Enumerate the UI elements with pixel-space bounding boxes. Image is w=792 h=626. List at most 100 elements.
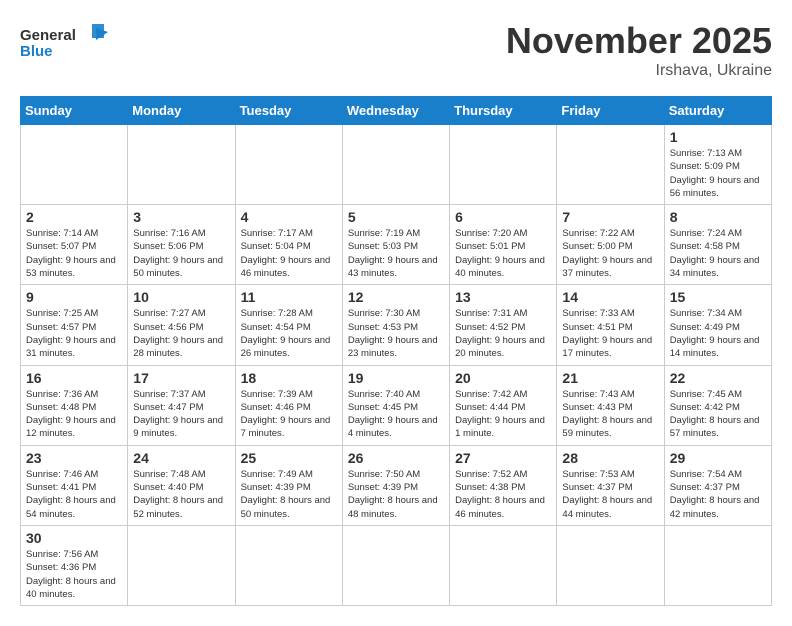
day-number: 21 xyxy=(562,370,658,386)
day-info: Sunrise: 7:39 AM Sunset: 4:46 PM Dayligh… xyxy=(241,388,337,441)
day-info: Sunrise: 7:37 AM Sunset: 4:47 PM Dayligh… xyxy=(133,388,229,441)
day-info: Sunrise: 7:14 AM Sunset: 5:07 PM Dayligh… xyxy=(26,227,122,280)
day-number: 22 xyxy=(670,370,766,386)
table-row: 9Sunrise: 7:25 AM Sunset: 4:57 PM Daylig… xyxy=(21,285,128,365)
calendar-week-row: 16Sunrise: 7:36 AM Sunset: 4:48 PM Dayli… xyxy=(21,365,772,445)
col-thursday: Thursday xyxy=(450,97,557,125)
day-number: 24 xyxy=(133,450,229,466)
day-info: Sunrise: 7:22 AM Sunset: 5:00 PM Dayligh… xyxy=(562,227,658,280)
table-row xyxy=(342,525,449,605)
calendar-week-row: 2Sunrise: 7:14 AM Sunset: 5:07 PM Daylig… xyxy=(21,205,772,285)
day-info: Sunrise: 7:45 AM Sunset: 4:42 PM Dayligh… xyxy=(670,388,766,441)
table-row: 27Sunrise: 7:52 AM Sunset: 4:38 PM Dayli… xyxy=(450,445,557,525)
logo: General Blue xyxy=(20,20,110,65)
table-row: 6Sunrise: 7:20 AM Sunset: 5:01 PM Daylig… xyxy=(450,205,557,285)
table-row: 21 Sunrise: 7:43 AM Sunset: 4:43 PM Dayli… xyxy=(557,365,664,445)
table-row xyxy=(128,125,235,205)
page-header: General Blue November 2025 Irshava, Ukra… xyxy=(20,20,772,80)
day-info: Sunrise: 7:46 AM Sunset: 4:41 PM Dayligh… xyxy=(26,468,122,521)
table-row: 24 Sunrise: 7:48 AM Sunset: 4:40 PM Dayli… xyxy=(128,445,235,525)
day-number: 12 xyxy=(348,289,444,305)
day-info: Sunrise: 7:42 AM Sunset: 4:44 PM Dayligh… xyxy=(455,388,551,441)
day-number: 27 xyxy=(455,450,551,466)
day-info: Sunrise: 7:48 AM Sunset: 4:40 PM Dayligh… xyxy=(133,468,229,521)
day-info: Sunrise: 7:24 AM Sunset: 4:58 PM Dayligh… xyxy=(670,227,766,280)
day-number: 1 xyxy=(670,129,766,145)
calendar-week-row: 30 Sunrise: 7:56 AM Sunset: 4:36 PM Dayli… xyxy=(21,525,772,605)
table-row xyxy=(342,125,449,205)
day-info: Sunrise: 7:13 AM Sunset: 5:09 PM Dayligh… xyxy=(670,147,766,200)
day-number: 7 xyxy=(562,209,658,225)
calendar-week-row: 9Sunrise: 7:25 AM Sunset: 4:57 PM Daylig… xyxy=(21,285,772,365)
day-number: 17 xyxy=(133,370,229,386)
day-info: Sunrise: 7:27 AM Sunset: 4:56 PM Dayligh… xyxy=(133,307,229,360)
table-row: 25 Sunrise: 7:49 AM Sunset: 4:39 PM Dayli… xyxy=(235,445,342,525)
day-info: Sunrise: 7:43 AM Sunset: 4:43 PM Dayligh… xyxy=(562,388,658,441)
table-row: 3 Sunrise: 7:16 AM Sunset: 5:06 PM Daylig… xyxy=(128,205,235,285)
day-number: 20 xyxy=(455,370,551,386)
day-number: 10 xyxy=(133,289,229,305)
table-row: 4 Sunrise: 7:17 AM Sunset: 5:04 PM Daylig… xyxy=(235,205,342,285)
col-wednesday: Wednesday xyxy=(342,97,449,125)
table-row xyxy=(128,525,235,605)
day-number: 23 xyxy=(26,450,122,466)
table-row: 10 Sunrise: 7:27 AM Sunset: 4:56 PM Dayli… xyxy=(128,285,235,365)
table-row: 18 Sunrise: 7:39 AM Sunset: 4:46 PM Dayli… xyxy=(235,365,342,445)
table-row: 8 Sunrise: 7:24 AM Sunset: 4:58 PM Daylig… xyxy=(664,205,771,285)
day-info: Sunrise: 7:34 AM Sunset: 4:49 PM Dayligh… xyxy=(670,307,766,360)
day-info: Sunrise: 7:50 AM Sunset: 4:39 PM Dayligh… xyxy=(348,468,444,521)
day-number: 26 xyxy=(348,450,444,466)
day-number: 3 xyxy=(133,209,229,225)
calendar-table: Sunday Monday Tuesday Wednesday Thursday… xyxy=(20,96,772,606)
day-info: Sunrise: 7:49 AM Sunset: 4:39 PM Dayligh… xyxy=(241,468,337,521)
col-sunday: Sunday xyxy=(21,97,128,125)
day-number: 4 xyxy=(241,209,337,225)
calendar-week-row: 1 Sunrise: 7:13 AM Sunset: 5:09 PM Daylig… xyxy=(21,125,772,205)
day-number: 5 xyxy=(348,209,444,225)
day-number: 28 xyxy=(562,450,658,466)
day-info: Sunrise: 7:56 AM Sunset: 4:36 PM Dayligh… xyxy=(26,548,122,601)
col-friday: Friday xyxy=(557,97,664,125)
day-number: 25 xyxy=(241,450,337,466)
day-number: 8 xyxy=(670,209,766,225)
table-row: 14 Sunrise: 7:33 AM Sunset: 4:51 PM Dayli… xyxy=(557,285,664,365)
day-number: 29 xyxy=(670,450,766,466)
days-header-row: Sunday Monday Tuesday Wednesday Thursday… xyxy=(21,97,772,125)
day-info: Sunrise: 7:33 AM Sunset: 4:51 PM Dayligh… xyxy=(562,307,658,360)
table-row: 22 Sunrise: 7:45 AM Sunset: 4:42 PM Dayli… xyxy=(664,365,771,445)
table-row xyxy=(235,125,342,205)
day-info: Sunrise: 7:36 AM Sunset: 4:48 PM Dayligh… xyxy=(26,388,122,441)
table-row xyxy=(21,125,128,205)
table-row: 23 Sunrise: 7:46 AM Sunset: 4:41 PM Dayli… xyxy=(21,445,128,525)
calendar-week-row: 23 Sunrise: 7:46 AM Sunset: 4:41 PM Dayli… xyxy=(21,445,772,525)
month-title: November 2025 xyxy=(506,20,772,62)
day-number: 30 xyxy=(26,530,122,546)
generalblue-logo: General Blue xyxy=(20,20,110,65)
day-info: Sunrise: 7:53 AM Sunset: 4:37 PM Dayligh… xyxy=(562,468,658,521)
location: Irshava, Ukraine xyxy=(506,62,772,80)
table-row: 29Sunrise: 7:54 AM Sunset: 4:37 PM Dayli… xyxy=(664,445,771,525)
day-number: 14 xyxy=(562,289,658,305)
day-info: Sunrise: 7:17 AM Sunset: 5:04 PM Dayligh… xyxy=(241,227,337,280)
day-info: Sunrise: 7:31 AM Sunset: 4:52 PM Dayligh… xyxy=(455,307,551,360)
table-row xyxy=(664,525,771,605)
table-row xyxy=(557,525,664,605)
day-info: Sunrise: 7:40 AM Sunset: 4:45 PM Dayligh… xyxy=(348,388,444,441)
svg-text:Blue: Blue xyxy=(20,43,53,60)
col-tuesday: Tuesday xyxy=(235,97,342,125)
day-info: Sunrise: 7:16 AM Sunset: 5:06 PM Dayligh… xyxy=(133,227,229,280)
table-row: 26 Sunrise: 7:50 AM Sunset: 4:39 PM Dayli… xyxy=(342,445,449,525)
table-row: 16Sunrise: 7:36 AM Sunset: 4:48 PM Dayli… xyxy=(21,365,128,445)
table-row: 30 Sunrise: 7:56 AM Sunset: 4:36 PM Dayli… xyxy=(21,525,128,605)
table-row: 7 Sunrise: 7:22 AM Sunset: 5:00 PM Daylig… xyxy=(557,205,664,285)
table-row: 17 Sunrise: 7:37 AM Sunset: 4:47 PM Dayli… xyxy=(128,365,235,445)
day-number: 18 xyxy=(241,370,337,386)
day-number: 13 xyxy=(455,289,551,305)
table-row: 2Sunrise: 7:14 AM Sunset: 5:07 PM Daylig… xyxy=(21,205,128,285)
table-row: 12 Sunrise: 7:30 AM Sunset: 4:53 PM Dayli… xyxy=(342,285,449,365)
table-row xyxy=(235,525,342,605)
table-row: 19Sunrise: 7:40 AM Sunset: 4:45 PM Dayli… xyxy=(342,365,449,445)
day-info: Sunrise: 7:19 AM Sunset: 5:03 PM Dayligh… xyxy=(348,227,444,280)
col-monday: Monday xyxy=(128,97,235,125)
day-info: Sunrise: 7:30 AM Sunset: 4:53 PM Dayligh… xyxy=(348,307,444,360)
